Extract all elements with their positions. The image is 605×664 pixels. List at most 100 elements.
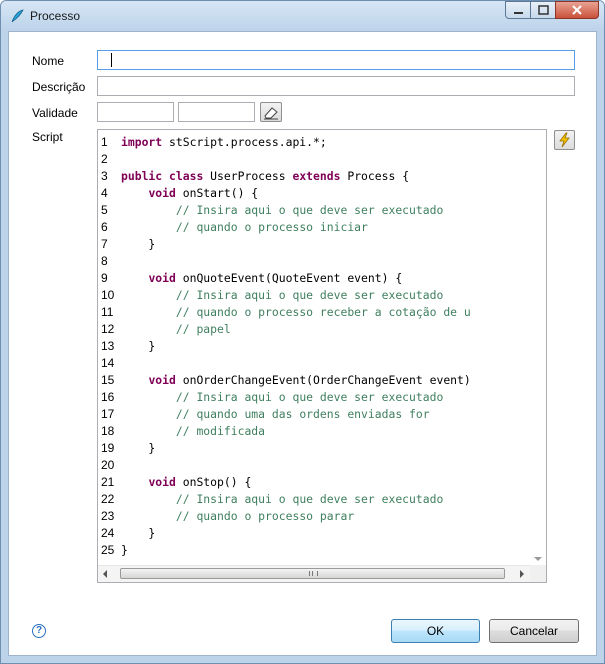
scrollbar-corner (530, 565, 546, 582)
scroll-down-arrow-icon[interactable] (534, 557, 542, 561)
line-number: 9 (101, 271, 108, 285)
line-number: 21 (101, 475, 115, 489)
nome-input[interactable] (97, 50, 575, 70)
code-line: 15 void onOrderChangeEvent(OrderChangeEv… (98, 372, 532, 389)
line-number: 18 (101, 424, 115, 438)
code-line: 22 // Insira aqui o que deve ser executa… (98, 491, 532, 508)
code-line: 6 // quando o processo iniciar (98, 219, 532, 236)
code-line: 5 // Insira aqui o que deve ser executad… (98, 202, 532, 219)
code-line: 8 (98, 253, 532, 270)
script-editor[interactable]: 1 import stScript.process.api.*; 2 3 public … (97, 129, 547, 583)
code-line: 20 (98, 457, 532, 474)
code-text: // quando o processo receber a cotação d… (175, 305, 471, 319)
line-number: 2 (101, 152, 108, 166)
code-text: } (121, 526, 156, 540)
help-icon[interactable]: ? (32, 624, 46, 638)
code-line: 19 } (98, 440, 532, 457)
line-number: 14 (101, 356, 115, 370)
code-line: 12 // papel (98, 321, 532, 338)
eraser-icon (261, 107, 281, 124)
horizontal-scroll-thumb[interactable] (120, 568, 505, 579)
code-line: 17 // quando uma das ordens enviadas for (98, 406, 532, 423)
code-line: 14 (98, 355, 532, 372)
line-number: 8 (101, 254, 108, 268)
code-line: 10 // Insira aqui o que deve ser executa… (98, 287, 532, 304)
window-title: Processo (30, 9, 81, 23)
validade-from-input[interactable] (97, 102, 174, 122)
lightning-icon (555, 132, 574, 152)
scroll-right-arrow-icon[interactable] (520, 570, 524, 578)
code-line: 16 // Insira aqui o que deve ser executa… (98, 389, 532, 406)
validade-label: Validade (32, 106, 78, 120)
line-number: 15 (101, 373, 115, 387)
code-line: 11 // quando o processo receber a cotaçã… (98, 304, 532, 321)
line-number: 13 (101, 339, 115, 353)
code-text: // Insira aqui o que deve ser executado (175, 288, 444, 302)
descricao-input[interactable] (97, 76, 575, 96)
code-line: 25} (98, 542, 532, 559)
close-button[interactable] (555, 1, 599, 19)
code-line: 18 // modificada (98, 423, 532, 440)
code-line: 4 void onStart() { (98, 185, 532, 202)
nome-label: Nome (32, 54, 65, 68)
line-number: 6 (101, 220, 108, 234)
code-text: } (121, 339, 156, 353)
code-line: 13 } (98, 338, 532, 355)
line-number: 16 (101, 390, 115, 404)
dialog-content: Nome Descrição Validade Script 1 import s… (8, 31, 597, 656)
line-number: 10 (101, 288, 115, 302)
code-text: } (121, 441, 156, 455)
code-text: // Insira aqui o que deve ser executado (175, 390, 444, 404)
vertical-scrollbar[interactable] (530, 130, 546, 565)
line-number: 11 (101, 305, 114, 319)
line-number: 25 (101, 543, 115, 557)
code-line: 23 // quando o processo parar (98, 508, 532, 525)
line-number: 19 (101, 441, 115, 455)
run-script-button[interactable] (554, 130, 575, 150)
code-text: // papel (175, 322, 231, 336)
line-number: 3 (101, 169, 108, 183)
line-number: 5 (101, 203, 108, 217)
scroll-left-arrow-icon[interactable] (103, 570, 107, 578)
code-line: 3 public class UserProcess extends Proces… (98, 168, 532, 185)
line-number: 1 (101, 135, 108, 149)
code-line: 2 (98, 151, 532, 168)
code-text: void onOrderChangeEvent(OrderChangeEvent… (148, 373, 471, 387)
minimize-icon (514, 12, 523, 14)
title-bar[interactable]: Processo (1, 1, 604, 31)
feather-icon (9, 8, 25, 24)
line-number: 4 (101, 186, 108, 200)
code-text: void onStart() { (148, 186, 259, 200)
code-text: } (121, 543, 128, 557)
code-lines: 1 import stScript.process.api.*; 2 3 public … (98, 134, 532, 562)
code-line: 24 } (98, 525, 532, 542)
code-text: } (121, 237, 156, 251)
line-number: 22 (101, 492, 115, 506)
cancel-button[interactable]: Cancelar (489, 619, 579, 643)
line-number: 24 (101, 526, 115, 540)
line-number: 23 (101, 509, 115, 523)
close-icon (572, 5, 582, 15)
descricao-label: Descrição (32, 80, 86, 94)
line-number: 12 (101, 322, 115, 336)
text-caret (111, 53, 112, 67)
horizontal-scrollbar[interactable] (98, 565, 530, 582)
validade-to-input[interactable] (178, 102, 255, 122)
minimize-button[interactable] (505, 1, 531, 19)
ok-button[interactable]: OK (391, 619, 480, 643)
code-line: 1 import stScript.process.api.*; (98, 134, 532, 151)
code-text: // modificada (175, 424, 266, 438)
dialog-window: Processo Nome Descrição Validade Script … (0, 0, 605, 664)
code-text: // quando o processo parar (175, 509, 355, 523)
clear-validade-button[interactable] (260, 102, 282, 122)
code-line: 21 void onStop() { (98, 474, 532, 491)
code-line: 7 } (98, 236, 532, 253)
maximize-button[interactable] (530, 1, 556, 19)
code-text: void onStop() { (148, 475, 252, 489)
code-text: // Insira aqui o que deve ser executado (175, 203, 444, 217)
maximize-icon (538, 5, 549, 15)
line-number: 17 (101, 407, 115, 421)
code-text: // Insira aqui o que deve ser executado (175, 492, 444, 506)
code-text: public class UserProcess extends Process… (121, 169, 410, 183)
code-text: void onQuoteEvent(QuoteEvent event) { (148, 271, 403, 285)
